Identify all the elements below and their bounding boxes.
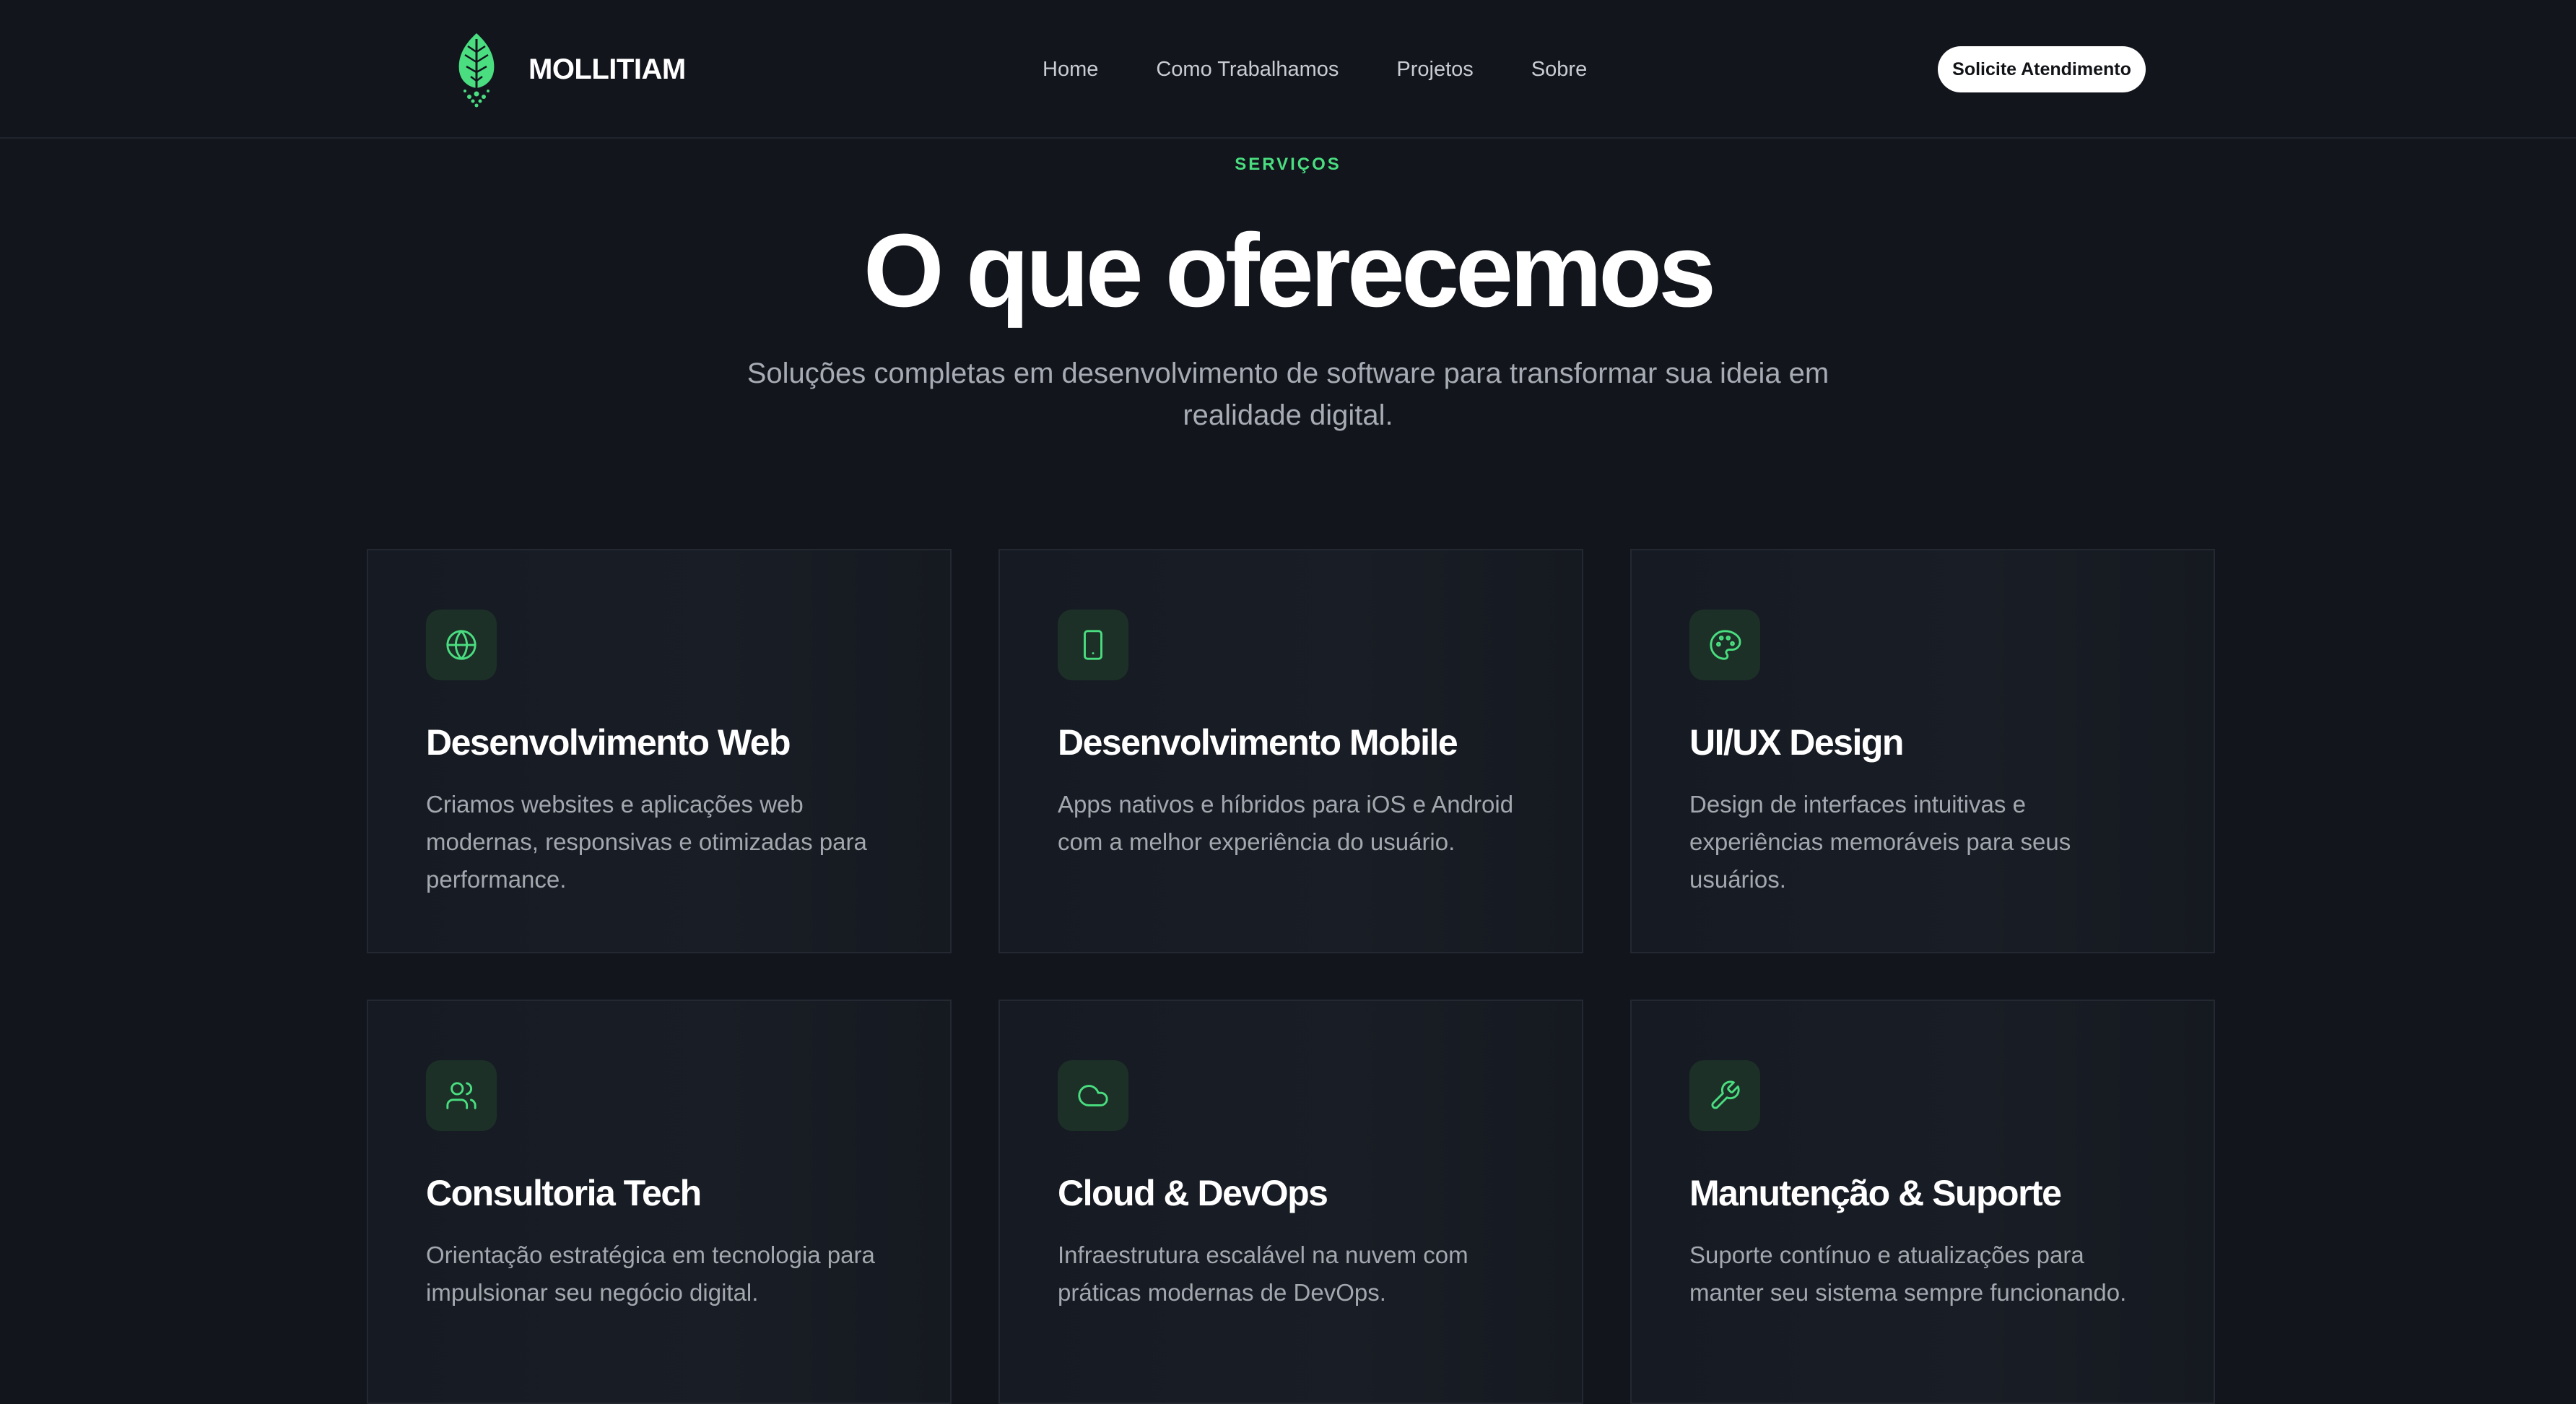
- service-title: Cloud & DevOps: [1058, 1173, 1328, 1213]
- cloud-icon: [1058, 1060, 1128, 1131]
- request-service-button[interactable]: Solicite Atendimento: [1938, 46, 2146, 92]
- service-card-uiux[interactable]: UI/UX Design Design de interfaces intuit…: [1630, 549, 2215, 953]
- leaf-logo-icon: [453, 30, 500, 108]
- service-title: Consultoria Tech: [426, 1173, 702, 1213]
- service-card-web[interactable]: Desenvolvimento Web Criamos websites e a…: [367, 549, 952, 953]
- service-card-cloud[interactable]: Cloud & DevOps Infraestrutura escalável …: [998, 1000, 1583, 1404]
- service-description: Orientação estratégica em tecnologia par…: [426, 1242, 875, 1306]
- nav-link-sobre[interactable]: Sobre: [1531, 58, 1587, 82]
- top-navigation-bar: MOLLITIAM Home Como Trabalhamos Projetos…: [0, 0, 2576, 139]
- palette-icon: [1689, 610, 1760, 680]
- services-grid: Desenvolvimento Web Criamos websites e a…: [367, 549, 2215, 1404]
- service-description: Apps nativos e híbridos para iOS e Andro…: [1058, 791, 1514, 855]
- globe-icon: [426, 610, 497, 680]
- nav-link-como-trabalhamos[interactable]: Como Trabalhamos: [1156, 58, 1339, 82]
- brand-name: MOLLITIAM: [528, 53, 686, 85]
- wrench-icon: [1689, 1060, 1760, 1131]
- brand[interactable]: MOLLITIAM: [453, 29, 686, 110]
- users-icon: [426, 1060, 497, 1131]
- service-title: Desenvolvimento Web: [426, 722, 791, 763]
- nav-link-projetos[interactable]: Projetos: [1396, 58, 1473, 82]
- service-card-mobile[interactable]: Desenvolvimento Mobile Apps nativos e hí…: [998, 549, 1583, 953]
- service-title: UI/UX Design: [1689, 722, 1904, 763]
- service-description: Suporte contínuo e atualizações para man…: [1689, 1242, 2127, 1306]
- service-title: Desenvolvimento Mobile: [1058, 722, 1458, 763]
- service-description: Infraestrutura escalável na nuvem com pr…: [1058, 1242, 1468, 1306]
- service-description: Design de interfaces intuitivas e experi…: [1689, 791, 2071, 893]
- service-card-consulting[interactable]: Consultoria Tech Orientação estratégica …: [367, 1000, 952, 1404]
- section-title: O que oferecemos: [863, 212, 1716, 329]
- service-card-support[interactable]: Manutenção & Suporte Suporte contínuo e …: [1630, 1000, 2215, 1404]
- section-eyebrow: SERVIÇOS: [1235, 155, 1341, 174]
- main-nav: Home Como Trabalhamos Projetos Sobre: [1043, 51, 1587, 88]
- nav-link-home[interactable]: Home: [1043, 58, 1098, 82]
- section-subtitle: Soluções completas em desenvolvimento de…: [747, 358, 1829, 431]
- smartphone-icon: [1058, 610, 1128, 680]
- service-description: Criamos websites e aplicações web modern…: [426, 791, 867, 893]
- service-title: Manutenção & Suporte: [1689, 1173, 2062, 1213]
